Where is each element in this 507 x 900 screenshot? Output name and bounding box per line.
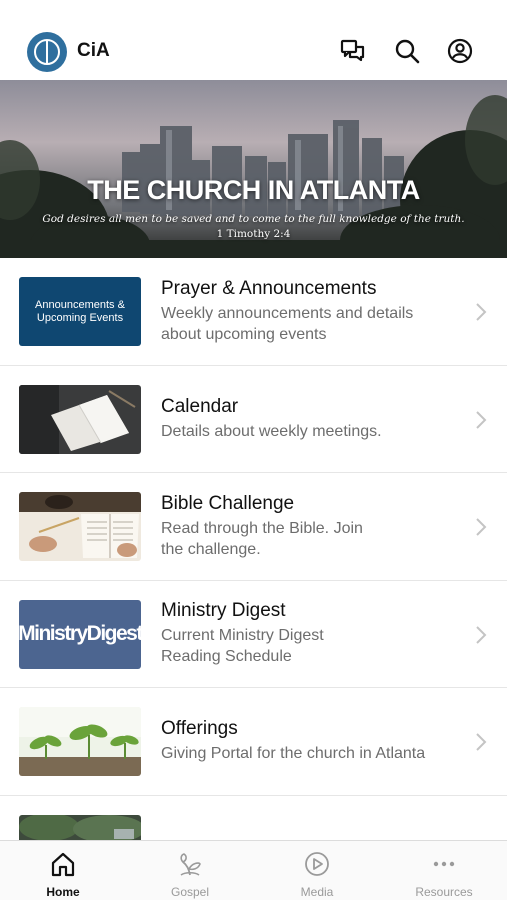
tab-resources[interactable]: Resources: [381, 841, 507, 900]
hero-verse-reference: 1 Timothy 2:4: [216, 228, 291, 240]
announcements-thumbnail-text: Announcements & Upcoming Events: [35, 298, 125, 324]
announcements-thumbnail: Announcements & Upcoming Events: [19, 277, 141, 346]
list-item-subtitle-line1: Read through the Bible. Join: [161, 519, 363, 537]
list-item-subtitle-line2: the challenge.: [161, 540, 261, 558]
tab-home[interactable]: Home: [0, 841, 126, 900]
gospel-sprout-icon: [180, 853, 201, 876]
list-item-subtitle-line1: Current Ministry Digest: [161, 627, 324, 645]
list-item-subtitle-line2: Reading Schedule: [161, 648, 292, 666]
tab-label: Gospel: [170, 885, 210, 899]
search-icon[interactable]: [392, 36, 422, 66]
list-item-offerings[interactable]: Offerings Giving Portal for the church i…: [0, 688, 507, 796]
list-item-title: Ministry Digest: [161, 600, 286, 622]
play-circle-icon: [305, 852, 329, 876]
hero-verse: God desires all men to be saved and to c…: [42, 213, 465, 225]
list-item-ministry-digest[interactable]: MinistryDigest Ministry Digest Current M…: [0, 580, 507, 688]
calendar-thumbnail: [19, 384, 141, 454]
account-icon[interactable]: [445, 36, 475, 66]
tab-media[interactable]: Media: [254, 841, 380, 900]
list-item-calendar[interactable]: Calendar Details about weekly meetings.: [0, 365, 507, 473]
more-dots-icon: [433, 861, 455, 867]
list-item-prayer-announcements[interactable]: Announcements & Upcoming Events Prayer &…: [0, 258, 507, 366]
chevron-right-icon: [476, 733, 487, 751]
ministry-digest-thumbnail: MinistryDigest: [19, 599, 141, 669]
tab-label: Media: [300, 885, 334, 899]
bottom-tab-bar: Home Gospel Media Resources: [0, 840, 507, 900]
chat-icon[interactable]: [338, 36, 368, 66]
chevron-right-icon: [476, 518, 487, 536]
chevron-right-icon: [476, 303, 487, 321]
list-item-subtitle-line1: Weekly announcements and details: [161, 304, 414, 322]
hero-title: THE CHURCH IN ATLANTA: [87, 175, 420, 205]
cia-logo-icon[interactable]: [27, 32, 67, 72]
list-item-title: Prayer & Announcements: [161, 277, 377, 299]
content-list: Announcements & Upcoming Events Prayer &…: [0, 258, 507, 856]
home-icon: [51, 852, 75, 877]
list-item-title: Offerings: [161, 718, 238, 740]
hero-banner: THE CHURCH IN ATLANTA God desires all me…: [0, 80, 507, 258]
list-item-subtitle-line2: about upcoming events: [161, 325, 327, 343]
list-item-subtitle-line1: Details about weekly meetings.: [161, 422, 382, 440]
list-item-title: Calendar: [161, 395, 239, 417]
list-item-subtitle-line1: Giving Portal for the church in Atlanta: [161, 745, 426, 763]
chevron-right-icon: [476, 410, 487, 429]
ministry-digest-thumbnail-text: MinistryDigest: [19, 622, 141, 645]
tab-label: Home: [46, 885, 80, 899]
offerings-thumbnail: [19, 707, 141, 776]
bible-challenge-thumbnail: [19, 492, 141, 561]
list-item-title: Bible Challenge: [161, 492, 295, 514]
app-header: CiA: [0, 0, 507, 80]
tab-label: Resources: [415, 885, 473, 899]
app-name: CiA: [77, 40, 110, 61]
chevron-right-icon: [476, 625, 487, 644]
list-item-bible-challenge[interactable]: Bible Challenge Read through the Bible. …: [0, 473, 507, 581]
tab-gospel[interactable]: Gospel: [127, 841, 253, 900]
